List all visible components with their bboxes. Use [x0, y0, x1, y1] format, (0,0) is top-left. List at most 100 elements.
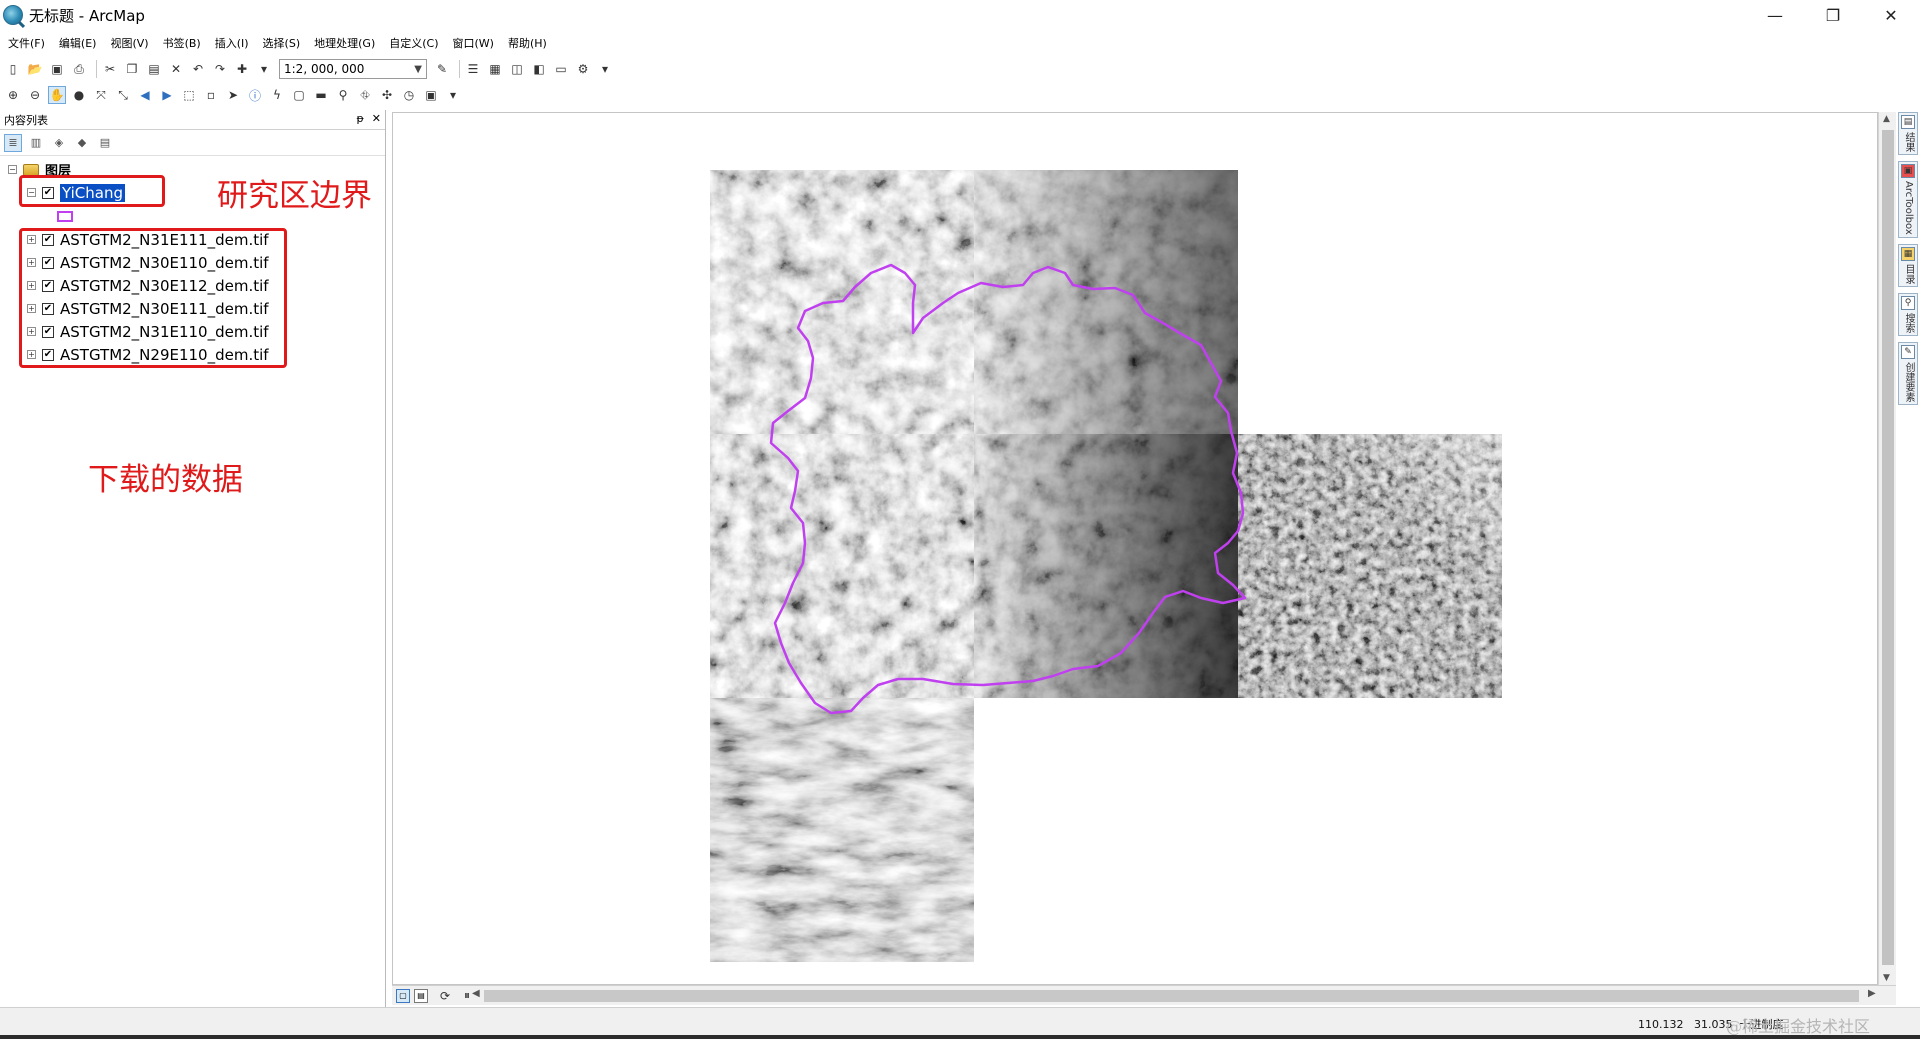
find-route-icon[interactable]: ⛗: [356, 86, 374, 104]
polygon-symbol-icon[interactable]: [57, 211, 73, 222]
delete-icon[interactable]: ✕: [167, 60, 185, 78]
arctoolbox-window-icon[interactable]: ◧: [530, 60, 548, 78]
horizontal-scroll-thumb[interactable]: [484, 990, 1859, 1002]
catalog-window-icon[interactable]: ▦: [486, 60, 504, 78]
pin-icon[interactable]: ᵽ: [356, 112, 363, 125]
back-extent-icon[interactable]: ◀: [136, 86, 154, 104]
layout-view-button[interactable]: ▤: [414, 988, 428, 1003]
dock-tab-search[interactable]: ⚲ 搜索: [1898, 292, 1918, 336]
dock-tab-create-features[interactable]: ✎ 创建要素: [1898, 341, 1918, 405]
new-document-icon[interactable]: ▯: [4, 60, 22, 78]
list-by-visibility-icon[interactable]: ◈: [50, 134, 68, 152]
menu-insert[interactable]: 插入(I): [215, 35, 249, 51]
select-features-icon[interactable]: ⬚: [180, 86, 198, 104]
full-extent-icon[interactable]: ●: [70, 86, 88, 104]
add-data-icon[interactable]: ✚: [233, 60, 251, 78]
menu-view[interactable]: 视图(V): [110, 35, 148, 51]
cut-icon[interactable]: ✂: [101, 60, 119, 78]
time-slider-icon[interactable]: ◷: [400, 86, 418, 104]
layers-folder-icon: [23, 163, 39, 176]
map-vertical-scrollbar[interactable]: ▲ ▼: [1878, 112, 1896, 985]
list-by-drawing-order-icon[interactable]: ≣: [4, 133, 22, 152]
print-icon[interactable]: ⎙: [70, 60, 88, 78]
right-dock-panel: ▤ 结果 ▣ ArcToolbox ▦ 目录 ⚲ 搜索 ✎ 创建要素: [1898, 112, 1920, 1012]
data-view-button[interactable]: ▢: [396, 988, 410, 1003]
scroll-down-icon[interactable]: ▼: [1883, 973, 1890, 983]
toc-header: 内容列表 ᵽ ✕: [0, 110, 385, 130]
measure-icon[interactable]: ▬: [312, 86, 330, 104]
menu-windows[interactable]: 窗口(W): [453, 35, 494, 51]
select-elements-icon[interactable]: ➤: [224, 86, 242, 104]
modelbuilder-icon[interactable]: ⚙: [574, 60, 592, 78]
fixed-zoom-out-icon[interactable]: ⤡: [114, 86, 132, 104]
editor-toolbar-icon[interactable]: ✎: [433, 60, 451, 78]
map-scale-combobox[interactable]: 1:2, 000, 000 ▼: [279, 59, 427, 79]
close-button[interactable]: ✕: [1862, 0, 1920, 30]
menu-bookmarks[interactable]: 书签(B): [163, 35, 201, 51]
dock-tab-label: 创建要素: [1903, 361, 1914, 402]
minimize-button[interactable]: —: [1746, 0, 1804, 30]
menu-selection[interactable]: 选择(S): [263, 35, 301, 51]
toolbar-separator: [459, 60, 460, 78]
zoom-in-icon[interactable]: ⊕: [4, 86, 22, 104]
add-data-dropdown-icon[interactable]: ▾: [255, 60, 273, 78]
save-icon[interactable]: ▣: [48, 60, 66, 78]
fixed-zoom-in-icon[interactable]: ⤧: [92, 86, 110, 104]
find-icon[interactable]: ⚲: [334, 86, 352, 104]
boundary-annotation: 研究区边界: [217, 178, 372, 214]
menu-help[interactable]: 帮助(H): [508, 35, 547, 51]
yichang-boundary: [769, 263, 1247, 715]
copy-icon[interactable]: ❐: [123, 60, 141, 78]
scroll-up-icon[interactable]: ▲: [1883, 114, 1890, 124]
restore-button[interactable]: ❐: [1804, 0, 1862, 30]
dock-tab-catalog[interactable]: ▦ 目录: [1898, 243, 1918, 287]
toc-options-icon[interactable]: ▤: [96, 134, 114, 152]
toc-toolbar: ≣ ▥ ◈ ◆ ▤: [0, 130, 385, 156]
menu-file[interactable]: 文件(F): [8, 35, 45, 51]
dock-tab-label: 搜索: [1903, 312, 1914, 333]
data-highlight-box: [19, 228, 287, 368]
hyperlink-icon[interactable]: ϟ: [268, 86, 286, 104]
collapse-icon[interactable]: −: [8, 165, 17, 174]
chevron-down-icon[interactable]: ▼: [414, 64, 422, 75]
forward-extent-icon[interactable]: ▶: [158, 86, 176, 104]
open-icon[interactable]: 📂: [26, 60, 44, 78]
zoom-out-icon[interactable]: ⊖: [26, 86, 44, 104]
vertical-scroll-thumb[interactable]: [1882, 130, 1894, 965]
toolbar-options-icon[interactable]: ▾: [444, 86, 462, 104]
pan-icon[interactable]: ✋: [48, 86, 66, 104]
scroll-left-icon[interactable]: ◀: [472, 988, 480, 999]
identify-icon[interactable]: ⓘ: [246, 86, 264, 104]
table-of-contents-panel: 内容列表 ᵽ ✕ ≣ ▥ ◈ ◆ ▤ − 图层 − ✔ YiChang + ✔ …: [0, 110, 386, 1007]
menu-geoprocessing[interactable]: 地理处理(G): [314, 35, 375, 51]
results-icon: ▤: [1901, 115, 1915, 129]
undo-icon[interactable]: ↶: [189, 60, 207, 78]
scroll-right-icon[interactable]: ▶: [1868, 988, 1876, 999]
data-annotation: 下载的数据: [88, 462, 243, 498]
create-features-icon: ✎: [1901, 344, 1915, 359]
toc-title: 内容列表: [4, 113, 48, 127]
close-icon[interactable]: ✕: [372, 112, 381, 125]
dock-tab-arctoolbox[interactable]: ▣ ArcToolbox: [1898, 161, 1918, 238]
html-popup-icon[interactable]: ▢: [290, 86, 308, 104]
paste-icon[interactable]: ▤: [145, 60, 163, 78]
python-window-icon[interactable]: ▭: [552, 60, 570, 78]
dock-tab-label: 结果: [1903, 132, 1914, 152]
search-window-icon[interactable]: ◫: [508, 60, 526, 78]
table-of-contents-icon[interactable]: ☰: [464, 60, 482, 78]
map-scale-value: 1:2, 000, 000: [284, 62, 365, 76]
refresh-icon[interactable]: ⟳: [436, 987, 454, 1005]
dock-tab-results[interactable]: ▤ 结果: [1898, 112, 1918, 155]
go-to-xy-icon[interactable]: ✣: [378, 86, 396, 104]
toolbar-options-icon[interactable]: ▾: [596, 60, 614, 78]
map-display[interactable]: [392, 112, 1878, 985]
arcmap-app-icon: [3, 5, 23, 25]
clear-selection-icon[interactable]: ▫: [202, 86, 220, 104]
menu-edit[interactable]: 编辑(E): [59, 35, 97, 51]
create-viewer-window-icon[interactable]: ▣: [422, 86, 440, 104]
menu-customize[interactable]: 自定义(C): [389, 35, 438, 51]
list-by-source-icon[interactable]: ▥: [27, 134, 45, 152]
redo-icon[interactable]: ↷: [211, 60, 229, 78]
list-by-selection-icon[interactable]: ◆: [73, 134, 91, 152]
boundary-highlight-box: [19, 175, 165, 207]
